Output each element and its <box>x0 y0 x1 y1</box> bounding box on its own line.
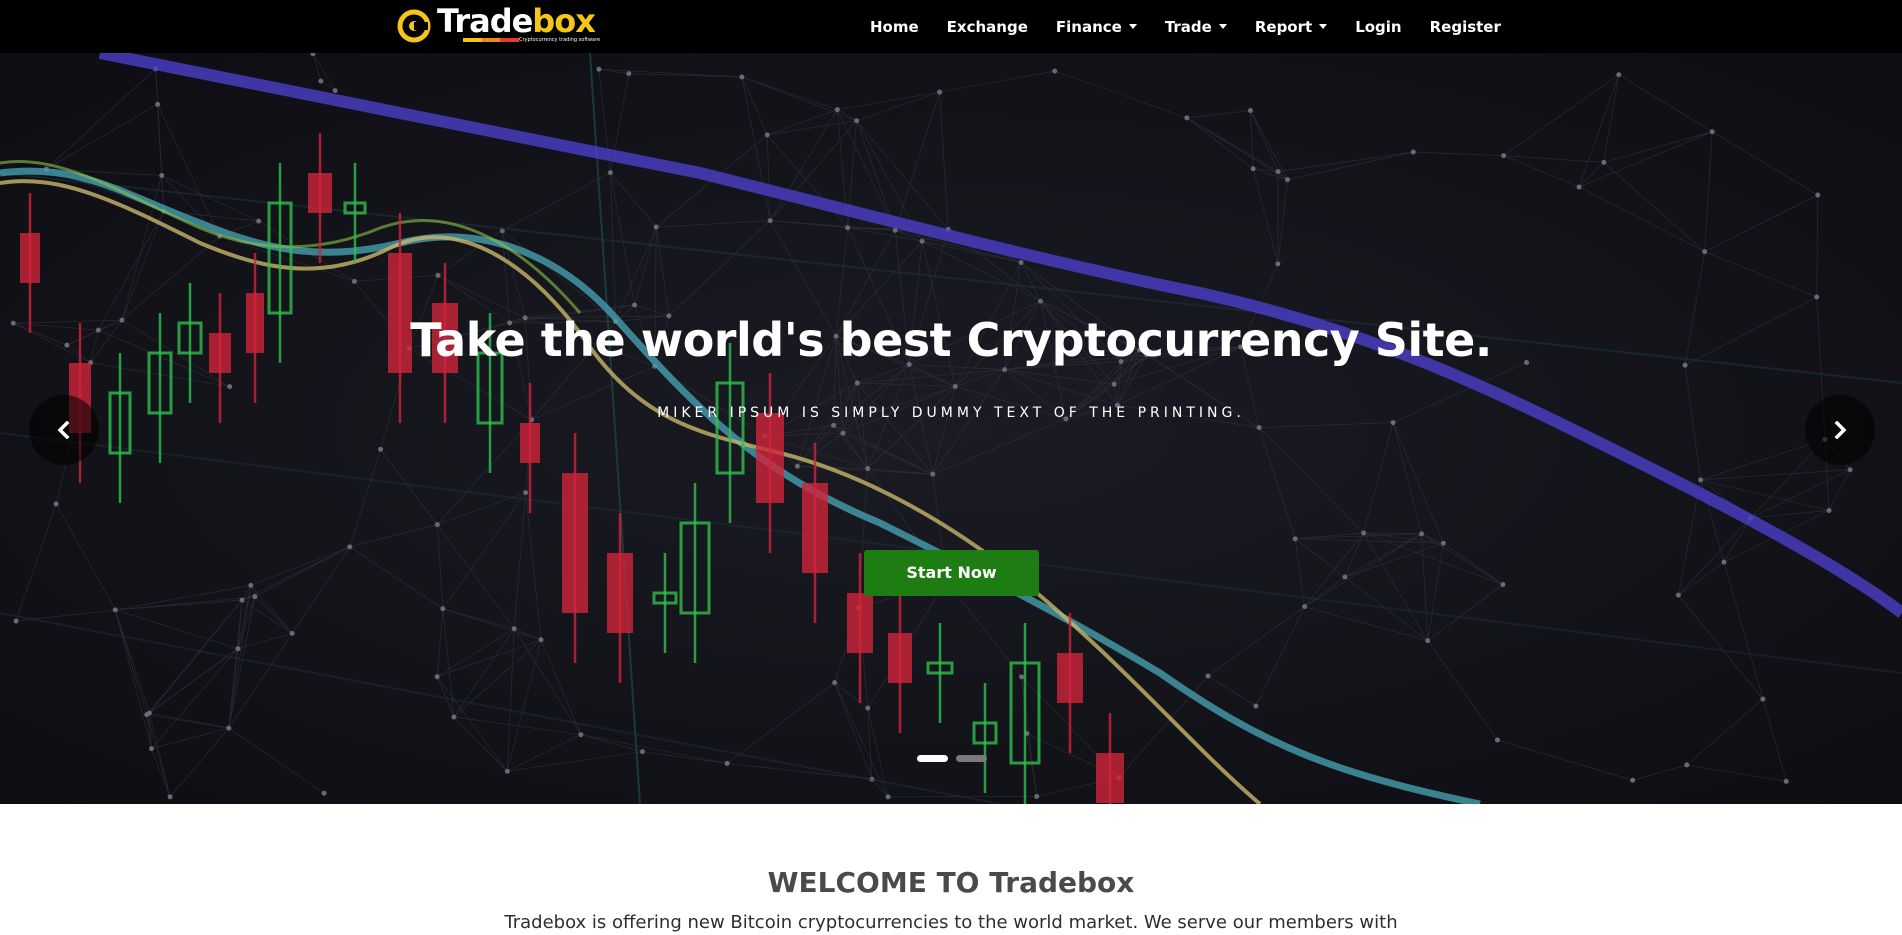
start-now-button[interactable]: Start Now <box>864 550 1039 596</box>
top-navbar: Tradebox Cryptocurrency trading software… <box>0 0 1902 53</box>
caret-down-icon <box>1128 24 1137 29</box>
caret-down-icon <box>1319 24 1328 29</box>
logo-wordmark: Tradebox <box>437 2 596 40</box>
hero-background-candlestick-image <box>0 53 1902 804</box>
caret-down-icon <box>1218 24 1227 29</box>
hero-carousel: Take the world's best Cryptocurrency Sit… <box>0 53 1902 804</box>
main-nav: Home Exchange Finance Trade Report Login… <box>870 0 1529 53</box>
carousel-indicators <box>917 755 987 762</box>
hero-title: Take the world's best Cryptocurrency Sit… <box>410 313 1492 367</box>
carousel-prev-button[interactable] <box>29 395 99 465</box>
logo-coin-icon <box>397 9 431 43</box>
nav-finance-dropdown[interactable]: Finance <box>1056 18 1137 36</box>
nav-login[interactable]: Login <box>1355 18 1401 36</box>
welcome-heading: WELCOME TO Tradebox <box>767 866 1135 899</box>
carousel-indicator-1[interactable] <box>917 755 948 762</box>
carousel-next-button[interactable] <box>1805 395 1875 465</box>
carousel-indicator-2[interactable] <box>956 755 987 762</box>
logo-color-bar <box>463 38 520 42</box>
nav-home[interactable]: Home <box>870 18 919 36</box>
hero-subtitle: MIKER IPSUM IS SIMPLY DUMMY TEXT OF THE … <box>657 405 1245 421</box>
chevron-right-icon <box>1834 421 1847 439</box>
chevron-left-icon <box>57 421 70 439</box>
logo-tagline: Cryptocurrency trading software <box>519 37 601 43</box>
welcome-paragraph: Tradebox is offering new Bitcoin cryptoc… <box>504 912 1398 933</box>
nav-report-dropdown[interactable]: Report <box>1255 18 1328 36</box>
nav-register[interactable]: Register <box>1430 18 1501 36</box>
nav-trade-dropdown[interactable]: Trade <box>1165 18 1227 36</box>
nav-exchange[interactable]: Exchange <box>947 18 1028 36</box>
tradebox-logo[interactable]: Tradebox Cryptocurrency trading software <box>397 2 602 46</box>
